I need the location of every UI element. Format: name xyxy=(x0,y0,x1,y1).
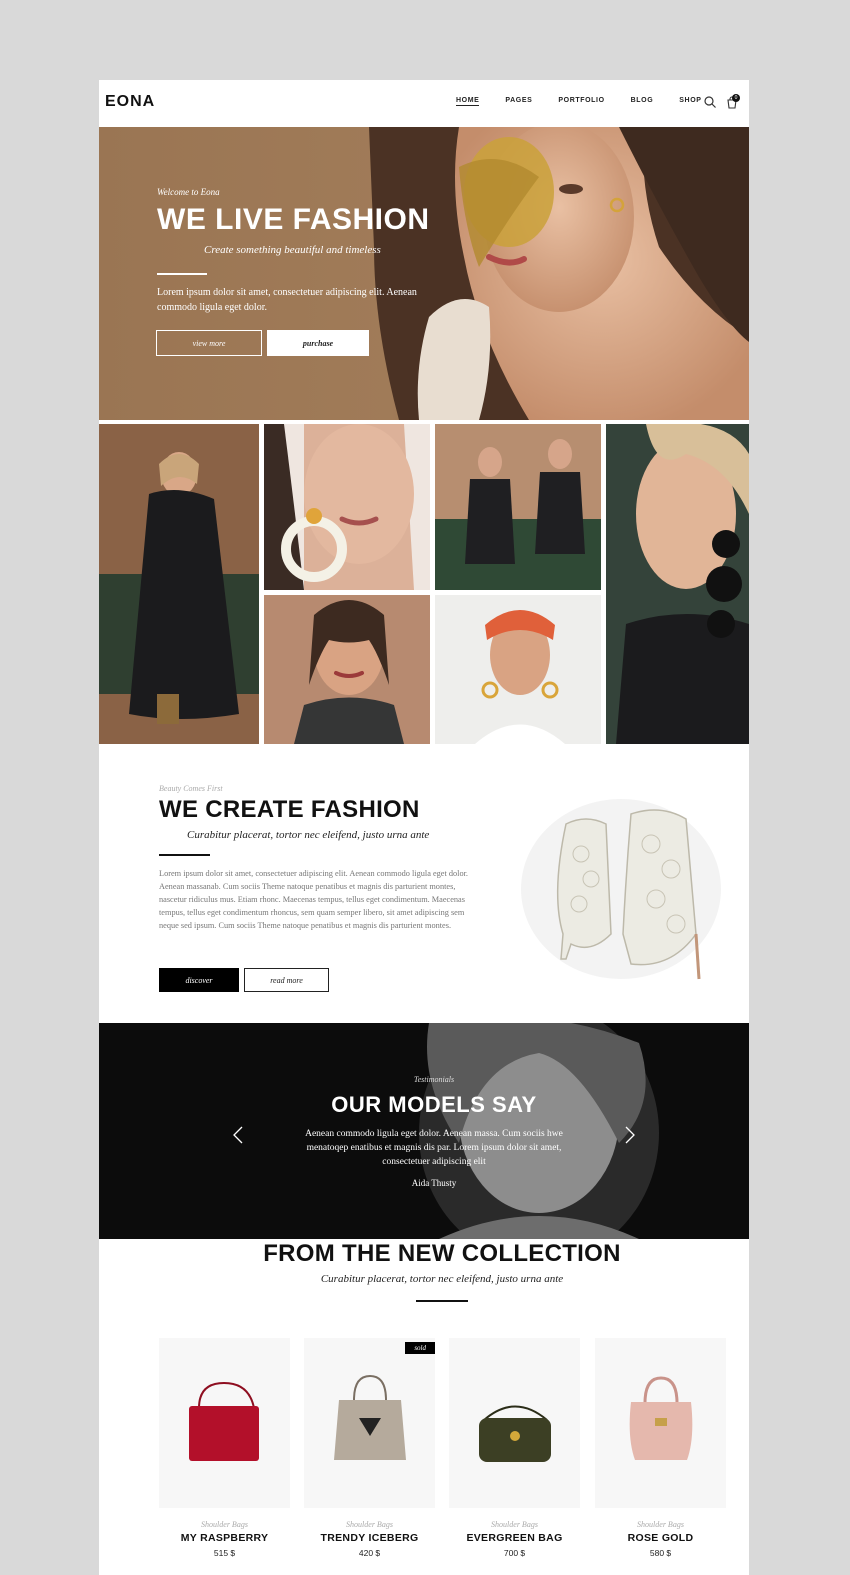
product-name: MY RASPBERRY xyxy=(180,1532,269,1544)
product-price: 700 $ xyxy=(503,1548,526,1558)
hero-divider xyxy=(157,273,207,275)
testimonials-section: Testimonials OUR MODELS SAY Aenean commo… xyxy=(99,1023,749,1239)
product-name: EVERGREEN BAG xyxy=(466,1532,563,1544)
view-more-button[interactable]: view more xyxy=(156,330,262,356)
product-price: 515 $ xyxy=(213,1548,236,1558)
hero-title: WE LIVE FASHION xyxy=(157,203,430,236)
hero-banner: Welcome to Eona WE LIVE FASHION Create s… xyxy=(99,127,749,420)
collection-subtitle: Curabitur placerat, tortor nec eleifend,… xyxy=(320,1273,564,1285)
collection-title: FROM THE NEW COLLECTION xyxy=(263,1240,621,1267)
hero-eyebrow: Welcome to Eona xyxy=(157,187,220,197)
product-card[interactable]: Shoulder Bags EVERGREEN BAG 700 $ xyxy=(449,1338,580,1558)
gallery-image-sofa[interactable] xyxy=(435,424,601,590)
gallery-image-sequin-dress[interactable] xyxy=(99,424,259,744)
read-more-button[interactable]: read more xyxy=(244,968,329,992)
product-card[interactable]: sold Shoulder Bags TRENDY ICEBERG 420 $ xyxy=(304,1338,435,1558)
nav-item-portfolio[interactable]: PORTFOLIO xyxy=(558,97,604,106)
collection-divider xyxy=(416,1300,468,1302)
discover-button[interactable]: discover xyxy=(159,968,239,992)
hero-subtitle: Create something beautiful and timeless xyxy=(204,244,381,256)
nav-item-shop[interactable]: SHOP xyxy=(679,97,701,106)
sold-badge: sold xyxy=(405,1342,435,1354)
next-arrow-icon[interactable] xyxy=(622,1125,638,1145)
handbag-icon xyxy=(334,1374,406,1460)
testimonial-quote: Aenean commodo ligula eget dolor. Aenean… xyxy=(305,1129,563,1167)
nav-item-home[interactable]: HOME xyxy=(456,97,480,106)
nav-item-pages[interactable]: PAGES xyxy=(505,97,532,106)
image-gallery xyxy=(99,424,749,744)
handbag-icon xyxy=(189,1381,259,1461)
product-category: Shoulder Bags xyxy=(201,1520,248,1529)
testimonials-title: OUR MODELS SAY xyxy=(331,1092,537,1117)
gallery-image-portrait[interactable] xyxy=(264,595,430,744)
product-category: Shoulder Bags xyxy=(346,1520,393,1529)
testimonials-eyebrow: Testimonials xyxy=(413,1075,455,1084)
cart-button[interactable]: 0 xyxy=(725,94,741,110)
gallery-image-black-earring[interactable] xyxy=(606,424,749,744)
testimonial-author: Aida Thusty xyxy=(411,1178,457,1188)
product-image-box xyxy=(595,1338,726,1508)
product-price: 580 $ xyxy=(649,1548,672,1558)
fashion-eyebrow: Beauty Comes First xyxy=(159,784,223,793)
product-image-box xyxy=(449,1338,580,1508)
product-price: 420 $ xyxy=(358,1548,381,1558)
product-image-box xyxy=(159,1338,290,1508)
shoes-image xyxy=(521,799,721,980)
handbag-icon xyxy=(629,1376,693,1460)
product-category: Shoulder Bags xyxy=(491,1520,538,1529)
fashion-divider xyxy=(159,854,210,856)
prev-arrow-icon[interactable] xyxy=(230,1125,246,1145)
nav-item-blog[interactable]: BLOG xyxy=(631,97,654,106)
main-nav: HOME PAGES PORTFOLIO BLOG SHOP xyxy=(456,97,702,106)
product-category: Shoulder Bags xyxy=(637,1520,684,1529)
handbag-icon xyxy=(479,1405,551,1462)
fashion-subtitle: Curabitur placerat, tortor nec eleifend,… xyxy=(187,829,430,841)
cart-count-badge: 0 xyxy=(732,94,740,102)
gallery-image-earrings[interactable] xyxy=(264,424,430,590)
product-image-box: sold xyxy=(304,1338,435,1508)
product-card[interactable]: Shoulder Bags MY RASPBERRY 515 $ xyxy=(159,1338,290,1558)
hero-text: Lorem ipsum dolor sit amet, consectetuer… xyxy=(157,287,417,313)
gallery-image-headscarf[interactable] xyxy=(435,595,601,744)
page: EONA HOME PAGES PORTFOLIO BLOG SHOP 0 We… xyxy=(99,80,749,1575)
fashion-title: WE CREATE FASHION xyxy=(159,796,420,823)
purchase-button[interactable]: purchase xyxy=(267,330,369,356)
search-icon[interactable] xyxy=(703,95,717,109)
site-header: EONA HOME PAGES PORTFOLIO BLOG SHOP 0 xyxy=(99,80,749,127)
logo[interactable]: EONA xyxy=(105,93,155,111)
fashion-text: Lorem ipsum dolor sit amet, consectetuer… xyxy=(159,869,468,930)
product-name: TRENDY ICEBERG xyxy=(320,1532,419,1544)
product-name: ROSE GOLD xyxy=(627,1532,694,1544)
product-card[interactable]: Shoulder Bags ROSE GOLD 580 $ xyxy=(595,1338,726,1558)
